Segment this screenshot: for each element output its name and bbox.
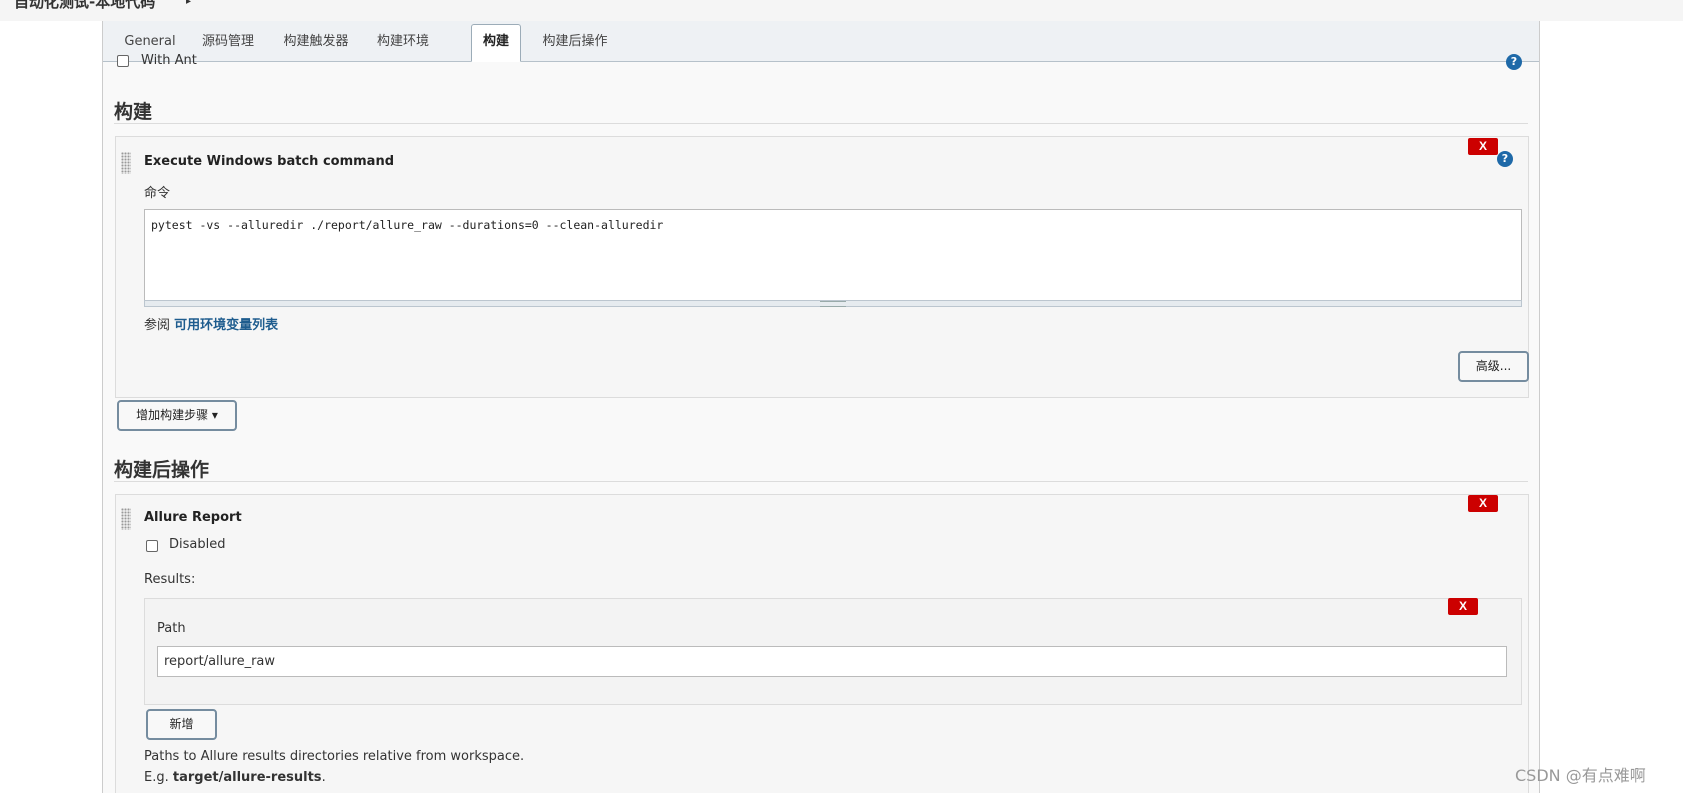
allure-step-title: Allure Report xyxy=(144,510,242,525)
post-build-section-divider xyxy=(114,481,1528,482)
env-var-list-link[interactable]: 可用环境变量列表 xyxy=(174,318,278,333)
command-label: 命令 xyxy=(144,186,171,201)
breadcrumb-arrow-icon[interactable]: ▸ xyxy=(186,0,191,7)
tab-scm[interactable]: 源码管理 xyxy=(195,25,261,60)
drag-handle-icon[interactable] xyxy=(121,152,131,174)
add-build-step-label: 增加构建步骤 xyxy=(136,408,209,422)
with-ant-label: With Ant xyxy=(141,53,197,68)
path-input[interactable]: report/allure_raw xyxy=(157,646,1507,677)
post-build-section-title: 构建后操作 xyxy=(114,459,210,481)
batch-command-step: Execute Windows batch command X ? 命令 pyt… xyxy=(115,136,1529,398)
breadcrumb-job-name[interactable]: 自动化测试-本地代码 xyxy=(14,0,155,12)
build-section-divider xyxy=(114,123,1528,124)
tab-build-triggers[interactable]: 构建触发器 xyxy=(276,25,356,60)
with-ant-help-icon[interactable]: ? xyxy=(1506,54,1522,70)
allure-report-step: Allure Report X Disabled Results: X Path… xyxy=(115,494,1529,793)
command-textarea[interactable]: pytest -vs --alluredir ./report/allure_r… xyxy=(144,209,1522,301)
delete-path-button[interactable]: X xyxy=(1448,598,1478,615)
breadcrumb-bar: 自动化测试-本地代码 ▸ xyxy=(0,0,1683,21)
results-help-line-1: Paths to Allure results directories rela… xyxy=(144,749,525,764)
delete-allure-step-button[interactable]: X xyxy=(1468,495,1498,512)
resize-grip-icon xyxy=(820,301,846,307)
tab-build-environment[interactable]: 构建环境 xyxy=(369,25,437,60)
batch-step-help-icon[interactable]: ? xyxy=(1497,151,1513,167)
path-label: Path xyxy=(157,621,186,636)
delete-batch-step-button[interactable]: X xyxy=(1468,138,1498,155)
advanced-button[interactable]: 高级... xyxy=(1458,351,1529,382)
env-var-hint: 参阅 可用环境变量列表 xyxy=(144,314,278,333)
example-prefix: E.g. xyxy=(144,770,169,785)
disabled-label: Disabled xyxy=(169,537,226,552)
with-ant-checkbox[interactable] xyxy=(117,55,129,67)
add-path-button[interactable]: 新增 xyxy=(146,709,217,740)
config-panel: General 源码管理 构建触发器 构建环境 构建 构建后操作 With An… xyxy=(102,21,1540,793)
disabled-checkbox[interactable] xyxy=(146,540,158,552)
add-build-step-button[interactable]: 增加构建步骤 ▾ xyxy=(117,400,237,431)
dropdown-caret-icon: ▾ xyxy=(211,408,218,422)
build-section-title: 构建 xyxy=(114,101,153,123)
example-path: target/allure-results xyxy=(172,770,322,785)
results-help-line-2: E.g. target/allure-results. xyxy=(144,770,326,785)
tab-post-build[interactable]: 构建后操作 xyxy=(535,25,615,60)
result-path-entry: X Path report/allure_raw xyxy=(144,598,1522,705)
csdn-watermark: CSDN @有点难啊 xyxy=(1515,766,1646,785)
drag-handle-icon[interactable] xyxy=(121,508,131,530)
results-label: Results: xyxy=(144,572,196,587)
config-tab-bar: General 源码管理 构建触发器 构建环境 构建 构建后操作 xyxy=(103,21,1539,62)
env-var-prefix: 参阅 xyxy=(144,318,171,333)
textarea-resize-handle[interactable] xyxy=(144,300,1522,307)
batch-step-title: Execute Windows batch command xyxy=(144,154,395,169)
example-suffix: . xyxy=(321,770,326,785)
tab-build[interactable]: 构建 xyxy=(471,24,521,62)
